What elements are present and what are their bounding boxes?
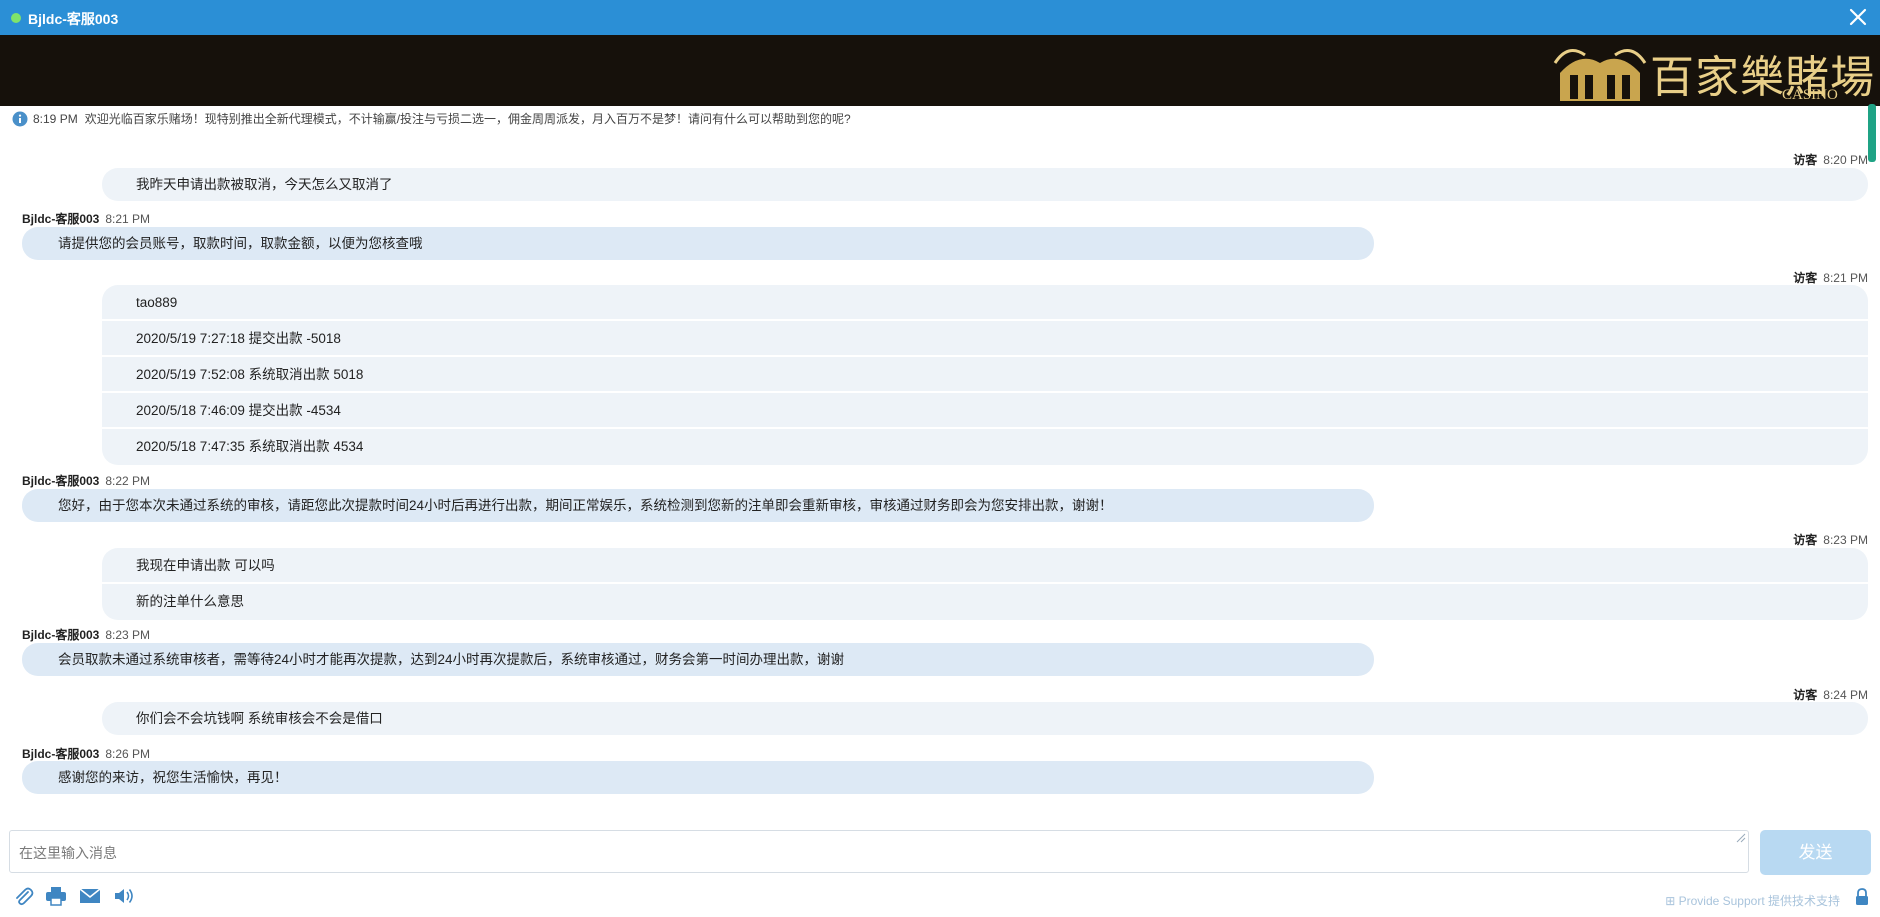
envelope-icon[interactable] (78, 886, 102, 906)
paperclip-icon[interactable] (12, 886, 36, 906)
title-bar: Bjldc-客服003 (0, 0, 1880, 35)
message-line: 我现在申请出款 可以吗 (102, 548, 1868, 584)
resize-handle-icon[interactable] (1736, 833, 1746, 843)
message-input[interactable]: 在这里输入消息 (9, 830, 1749, 873)
message-header: Bjldc-客服003 8:21 PM (22, 210, 150, 227)
message-time: 8:23 PM (1823, 533, 1868, 547)
info-icon (12, 111, 28, 127)
lock-icon[interactable] (1854, 888, 1870, 906)
message-time: 8:21 PM (1823, 271, 1868, 285)
sender-name: 访客 (1793, 688, 1818, 702)
visitor-message-bubble: 我昨天申请出款被取消，今天怎么又取消了 (102, 168, 1868, 201)
visitor-message-bubble: 你们会不会坑钱啊 系统审核会不会是借口 (102, 702, 1868, 735)
message-header: Bjldc-客服003 8:26 PM (22, 745, 150, 762)
message-header: Bjldc-客服003 8:23 PM (22, 626, 150, 643)
window-title: Bjldc-客服003 (28, 11, 119, 27)
printer-icon[interactable] (44, 886, 68, 906)
powered-by-link[interactable]: ⊞ Provide Support 提供技术支持 (1665, 892, 1840, 909)
message-header: 访客 8:24 PM (1793, 686, 1868, 703)
message-header: 访客 8:20 PM (1793, 151, 1868, 168)
message-line: 2020/5/19 7:52:08 系统取消出款 5018 (102, 357, 1868, 393)
sender-name: 访客 (1793, 533, 1818, 547)
sender-name: Bjldc-客服003 (22, 474, 100, 488)
logo-subtitle: CASINO (1782, 87, 1838, 103)
agent-message-bubble: 会员取款未通过系统审核者，需等待24小时才能再次提款，达到24小时再次提款后，系… (22, 643, 1374, 676)
close-icon[interactable] (1846, 5, 1870, 29)
casino-logo: 百家樂賭場 CASINO (1550, 37, 1874, 104)
visitor-message-group: tao889 2020/5/19 7:27:18 提交出款 -5018 2020… (102, 285, 1868, 465)
agent-message-bubble: 您好，由于您本次未通过系统的审核，请距您此次提款时间24小时后再进行出款，期间正… (22, 489, 1374, 522)
logo-title: 百家樂賭場 (1650, 52, 1875, 103)
message-input-placeholder: 在这里输入消息 (19, 845, 117, 861)
sender-name: Bjldc-客服003 (22, 212, 100, 226)
dragon-building-emblem (1553, 49, 1647, 101)
sender-name: 访客 (1793, 153, 1818, 167)
send-button[interactable]: 发送 (1760, 830, 1871, 875)
message-line: 2020/5/18 7:46:09 提交出款 -4534 (102, 393, 1868, 429)
message-header: 访客 8:21 PM (1793, 269, 1868, 286)
visitor-message-group: 我现在申请出款 可以吗 新的注单什么意思 (102, 548, 1868, 620)
online-status-dot (11, 13, 21, 23)
message-time: 8:19 PM (33, 112, 78, 126)
scrollbar-thumb[interactable] (1868, 104, 1876, 162)
message-time: 8:21 PM (105, 212, 151, 226)
message-line: 2020/5/19 7:27:18 提交出款 -5018 (102, 321, 1868, 357)
sender-name: 访客 (1793, 271, 1818, 285)
message-time: 8:22 PM (105, 474, 151, 488)
casino-banner: 百家樂賭場 CASINO (0, 35, 1880, 106)
message-line: 2020/5/18 7:47:35 系统取消出款 4534 (136, 439, 364, 454)
sender-name: Bjldc-客服003 (22, 628, 100, 642)
speaker-icon[interactable] (112, 886, 136, 906)
message-header: Bjldc-客服003 8:22 PM (22, 472, 150, 489)
message-time: 8:23 PM (105, 628, 151, 642)
message-header: 访客 8:23 PM (1793, 531, 1868, 548)
provide-support-icon: ⊞ (1665, 894, 1679, 908)
agent-message-bubble: 感谢您的来访，祝您生活愉快，再见！ (22, 761, 1374, 794)
agent-message-bubble: 请提供您的会员账号，取款时间，取款金额，以便为您核查哦 (22, 227, 1374, 260)
powered-by-text: Provide Support 提供技术支持 (1678, 894, 1840, 908)
message-text: 欢迎光临百家乐赌场！现特别推出全新代理模式，不计输赢/投注与亏损二选一，佣金周周… (84, 112, 851, 126)
message-time: 8:26 PM (105, 747, 151, 761)
system-welcome-message: 8:19 PM 欢迎光临百家乐赌场！现特别推出全新代理模式，不计输赢/投注与亏损二… (12, 110, 851, 127)
message-line: tao889 (102, 285, 1868, 321)
message-time: 8:20 PM (1823, 153, 1868, 167)
sender-name: Bjldc-客服003 (22, 747, 100, 761)
message-time: 8:24 PM (1823, 688, 1868, 702)
message-line: 新的注单什么意思 (136, 594, 244, 609)
